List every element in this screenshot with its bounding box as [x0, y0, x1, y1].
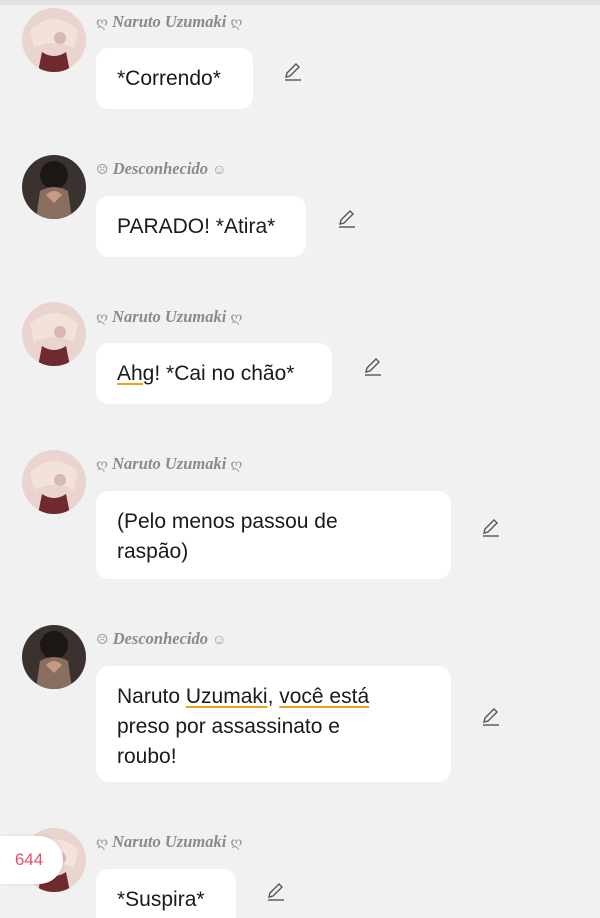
message-bubble[interactable]: PARADO! *Atira*: [96, 196, 306, 257]
author-label: Desconhecido: [112, 159, 209, 178]
message-text: Naruto: [117, 685, 186, 708]
author-label: Desconhecido: [112, 629, 209, 648]
avatar[interactable]: [22, 155, 86, 219]
message-bubble[interactable]: *Suspira*: [96, 869, 236, 918]
author-name: ☹ Desconhecido ☺: [96, 628, 226, 650]
message-text-underlined: você está: [279, 685, 370, 708]
avatar[interactable]: [22, 450, 86, 514]
pencil-icon[interactable]: [336, 207, 358, 229]
pencil-icon[interactable]: [480, 516, 502, 538]
message-bubble[interactable]: Naruto Uzumaki, você está preso por assa…: [96, 666, 451, 782]
author-name: ღ Naruto Uzumaki ღ: [96, 11, 242, 33]
avatar[interactable]: [22, 302, 86, 366]
message-text-line: raspão): [117, 540, 189, 563]
message-text-line: roubo!: [117, 745, 177, 768]
author-deco-right: ღ: [230, 16, 243, 31]
author-deco-left: ღ: [96, 16, 109, 31]
author-name: ღ Naruto Uzumaki ღ: [96, 306, 242, 328]
message-bubble[interactable]: Ahg! *Cai no chão*: [96, 343, 332, 404]
author-name: ღ Naruto Uzumaki ღ: [96, 453, 242, 475]
author-label: Naruto Uzumaki: [112, 832, 227, 851]
author-name: ☹ Desconhecido ☺: [96, 158, 226, 180]
avatar[interactable]: [22, 625, 86, 689]
avatar[interactable]: [22, 8, 86, 72]
top-divider: [0, 0, 600, 5]
pencil-icon[interactable]: [265, 880, 287, 902]
author-label: Naruto Uzumaki: [112, 12, 227, 31]
author-deco-right: ღ: [230, 458, 243, 473]
author-deco-right: ღ: [230, 311, 243, 326]
message-text: ! *Cai no chão*: [154, 362, 295, 385]
author-label: Naruto Uzumaki: [112, 454, 227, 473]
message-bubble[interactable]: *Correndo*: [96, 48, 253, 109]
author-name: ღ Naruto Uzumaki ღ: [96, 831, 242, 853]
message-text: *Correndo*: [117, 67, 221, 90]
message-text-line: preso por assassinato e: [117, 715, 340, 738]
author-deco-right: ☺: [212, 163, 227, 178]
author-deco-left: ღ: [96, 311, 109, 326]
message-counter-badge[interactable]: 644: [0, 836, 63, 884]
author-label: Naruto Uzumaki: [112, 307, 227, 326]
author-deco-left: ღ: [96, 836, 109, 851]
author-deco-right: ☺: [212, 633, 227, 648]
pencil-icon[interactable]: [362, 355, 384, 377]
message-text-line: (Pelo menos passou de: [117, 510, 338, 533]
message-text-line: Naruto Uzumaki, você está: [117, 682, 430, 712]
pencil-icon[interactable]: [480, 705, 502, 727]
message-text: PARADO! *Atira*: [117, 215, 276, 238]
message-text: *Suspira*: [117, 888, 205, 911]
message-text-underlined: Uzumaki: [185, 685, 268, 708]
author-deco-left: ☹: [96, 163, 109, 178]
message-text: ,: [267, 685, 280, 708]
author-deco-left: ღ: [96, 458, 109, 473]
author-deco-right: ღ: [230, 836, 243, 851]
author-deco-left: ☹: [96, 633, 109, 648]
message-bubble[interactable]: (Pelo menos passou de raspão): [96, 491, 451, 579]
pencil-icon[interactable]: [282, 60, 304, 82]
message-text-underlined: Ahg: [117, 362, 155, 385]
